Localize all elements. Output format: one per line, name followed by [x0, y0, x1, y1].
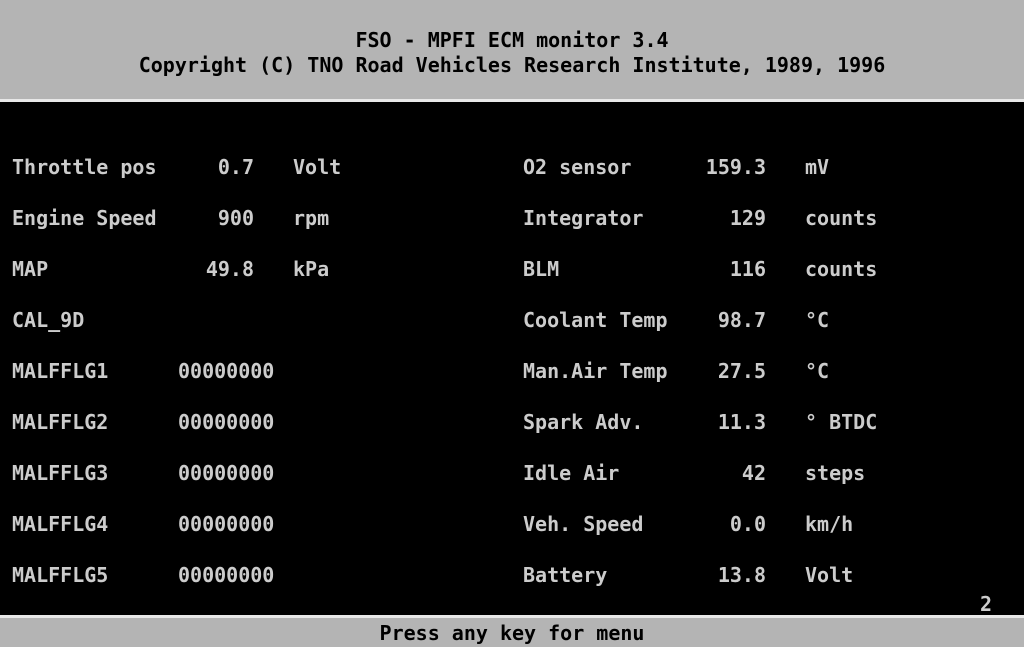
status-bar: Press any key for menu: [0, 615, 1024, 647]
reading-value: 116: [729, 257, 766, 281]
reading-value: 0.7: [217, 155, 254, 179]
reading-unit: steps: [805, 461, 866, 485]
reading-value: 11.3: [717, 410, 766, 434]
title-bar: FSO - MPFI ECM monitor 3.4 Copyright (C)…: [0, 0, 1024, 102]
reading-unit: kPa: [293, 257, 330, 281]
reading-value: 00000000: [178, 512, 275, 536]
reading-unit: °C: [805, 308, 830, 332]
reading-label: MALFFLG3: [12, 461, 109, 485]
reading-unit: Volt: [805, 563, 854, 587]
reading-value: 00000000: [178, 410, 275, 434]
reading-value: 900: [217, 206, 254, 230]
reading-label: CAL_9D: [12, 308, 85, 332]
app-title: FSO - MPFI ECM monitor 3.4: [355, 28, 669, 52]
reading-label: Spark Adv.: [523, 410, 644, 434]
reading-value: 159.3: [705, 155, 766, 179]
copyright-notice: Copyright (C) TNO Road Vehicles Research…: [138, 53, 886, 77]
reading-unit: km/h: [805, 512, 854, 536]
reading-label: Integrator: [523, 206, 644, 230]
reading-label: Veh. Speed: [523, 512, 644, 536]
reading-unit: °C: [805, 359, 830, 383]
reading-unit: Volt: [293, 155, 342, 179]
reading-value: 13.8: [717, 563, 766, 587]
reading-unit: ° BTDC: [805, 410, 878, 434]
reading-value: 42: [741, 461, 766, 485]
reading-label: MAP: [12, 257, 49, 281]
reading-value: 0.0: [729, 512, 766, 536]
reading-label: O2 sensor: [523, 155, 632, 179]
reading-label: MALFFLG4: [12, 512, 109, 536]
reading-value: 27.5: [717, 359, 766, 383]
reading-label: MALFFLG2: [12, 410, 109, 434]
reading-label: MALFFLG5: [12, 563, 109, 587]
reading-value: 98.7: [717, 308, 766, 332]
reading-label: Idle Air: [523, 461, 620, 485]
reading-value: 00000000: [178, 461, 275, 485]
reading-value: 00000000: [178, 563, 275, 587]
reading-label: Battery: [523, 563, 608, 587]
reading-unit: mV: [805, 155, 830, 179]
reading-label: BLM: [523, 257, 560, 281]
reading-label: MALFFLG1: [12, 359, 109, 383]
page-number: 2: [980, 592, 993, 616]
reading-value: 00000000: [178, 359, 275, 383]
reading-value: 129: [729, 206, 766, 230]
reading-unit: counts: [805, 206, 878, 230]
press-key-prompt[interactable]: Press any key for menu: [0, 621, 1024, 645]
reading-value: 49.8: [205, 257, 254, 281]
reading-unit: counts: [805, 257, 878, 281]
reading-unit: rpm: [293, 206, 330, 230]
